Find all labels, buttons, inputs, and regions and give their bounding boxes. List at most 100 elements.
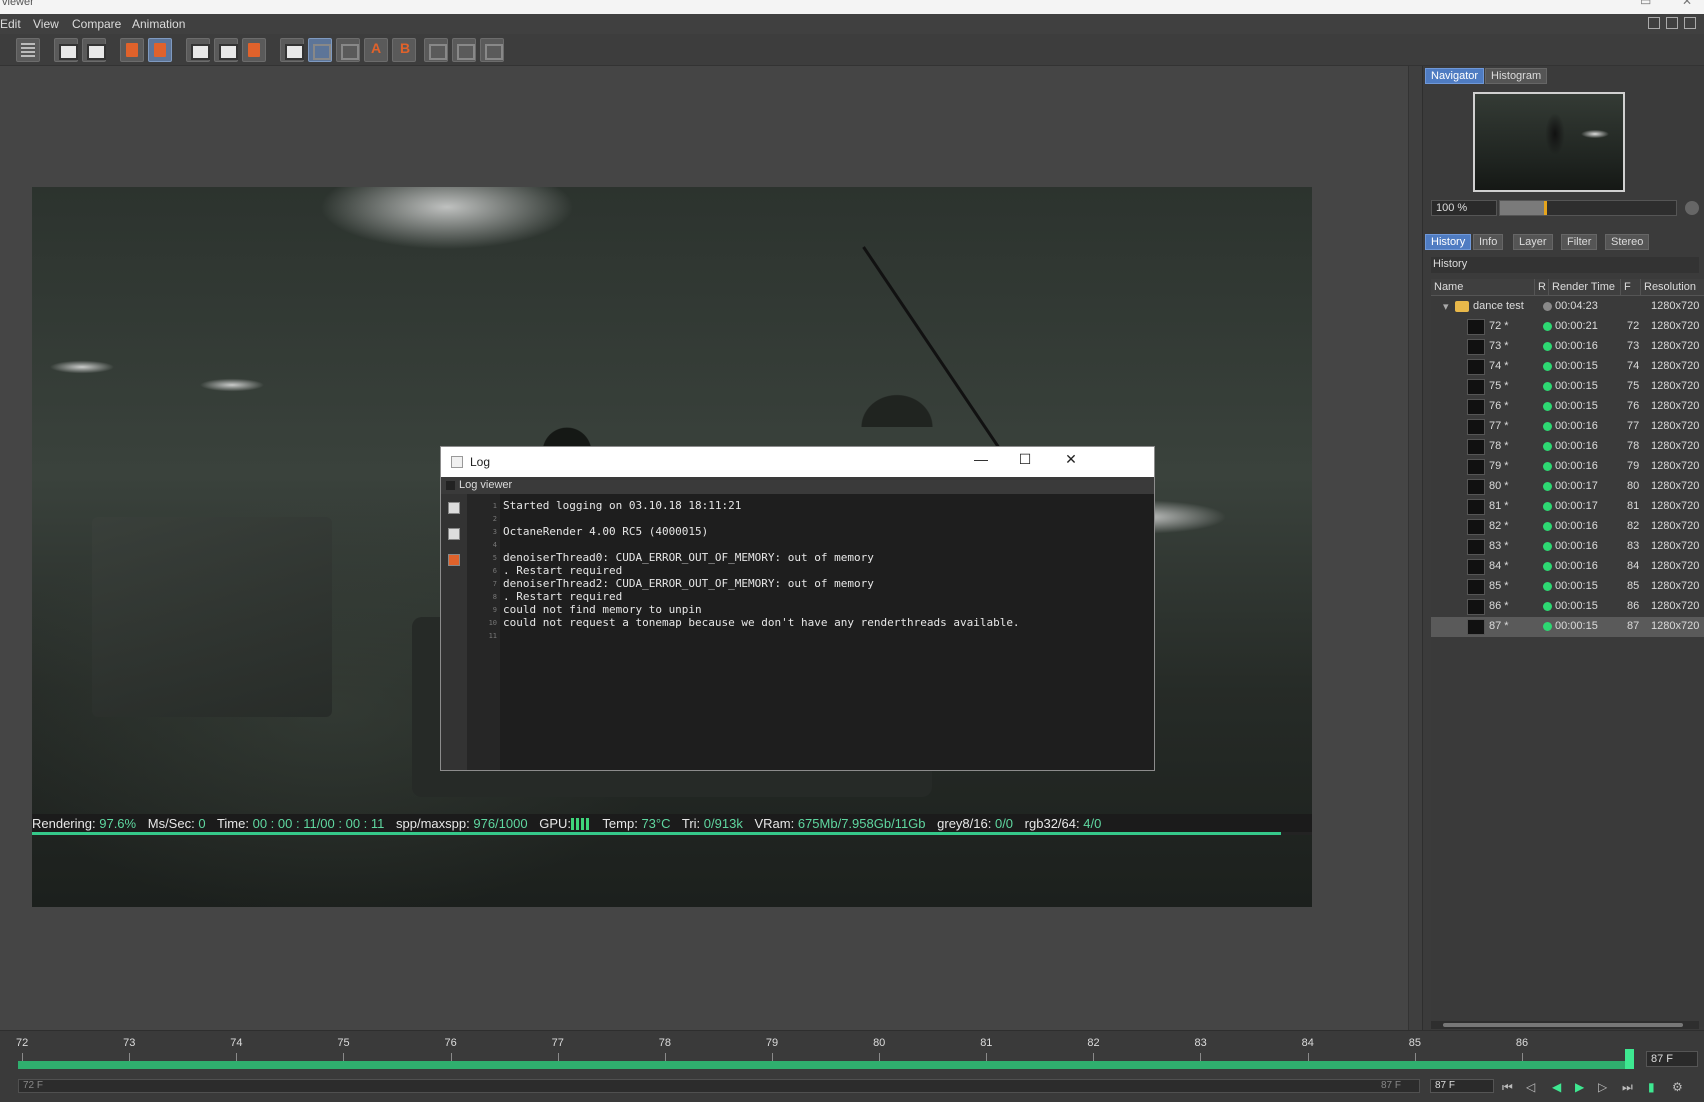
ab-compare-icon[interactable] [280,38,304,62]
frame-thumbnail-icon [1467,379,1485,395]
dock-icon[interactable] [1666,17,1678,29]
log-text-area[interactable]: Started logging on 03.10.18 18:11:21 Octa… [500,494,1154,770]
loop-icon[interactable]: ▮ [1648,1080,1655,1094]
history-row[interactable]: 79 * 00:00:16 79 1280x720 [1431,457,1704,477]
pick-icon[interactable] [82,38,106,62]
line-number: 8 [492,593,497,601]
history-row[interactable]: 84 * 00:00:16 84 1280x720 [1431,557,1704,577]
save-log-icon[interactable] [448,502,460,514]
navigator-options-icon[interactable] [1685,201,1699,215]
log-title-bar[interactable]: Log — ☐ ✕ [441,447,1154,477]
history-row[interactable]: 83 * 00:00:16 83 1280x720 [1431,537,1704,557]
frame-range-scrollbar[interactable]: 72 F 87 F [18,1079,1420,1093]
panel-splitter[interactable] [1408,66,1422,1030]
copy-log-icon[interactable] [448,528,460,540]
ab-split-icon[interactable] [336,38,360,62]
save-render-icon[interactable] [242,38,266,62]
history-row[interactable]: 81 * 00:00:17 81 1280x720 [1431,497,1704,517]
range-end-label: 87 F [1380,1080,1401,1091]
frame-thumbnail-icon [1467,559,1485,575]
layout-1-icon[interactable] [424,38,448,62]
status-dot-icon [1543,582,1552,591]
menu-animation[interactable]: Animation [132,17,185,31]
tab-navigator[interactable]: Navigator [1425,68,1485,84]
timeline-ruler[interactable]: 72 73 74 75 76 77 78 79 80 81 82 83 84 85 86 [14,1037,1634,1063]
history-row[interactable]: 73 * 00:00:16 73 1280x720 [1431,337,1704,357]
snapshot-icon[interactable] [186,38,210,62]
tab-history[interactable]: History [1425,234,1472,250]
maximize-button[interactable]: ☐ [1003,451,1047,473]
move-icon[interactable] [1684,17,1696,29]
zoom-slider[interactable] [1499,200,1677,216]
column-resolution[interactable]: Resolution [1641,279,1704,296]
minimize-button[interactable]: — [959,451,1003,473]
column-frame[interactable]: F [1621,279,1641,296]
timeline-tick-label: 74 [230,1037,243,1049]
zoom-slider-handle[interactable] [1544,201,1547,215]
layout-2-icon[interactable] [452,38,476,62]
region-icon[interactable] [120,38,144,62]
history-row[interactable]: 78 * 00:00:16 78 1280x720 [1431,437,1704,457]
end-frame-field[interactable]: 87 F [1430,1079,1494,1093]
history-row[interactable]: 72 * 00:00:21 72 1280x720 [1431,317,1704,337]
play-backward-icon[interactable]: ◀ [1552,1080,1561,1094]
minimize-window-icon[interactable]: ▭ [1640,0,1651,8]
history-scrollbar[interactable] [1431,1021,1699,1029]
swap-icon[interactable] [308,38,332,62]
grid-icon[interactable] [16,38,40,62]
history-scrollbar-thumb[interactable] [1443,1023,1683,1027]
playhead-handle[interactable] [1625,1049,1634,1069]
tab-info[interactable]: Info [1473,234,1504,250]
step-back-icon[interactable]: ◁ [1526,1080,1535,1094]
line-number: 2 [492,515,497,523]
menu-compare[interactable]: Compare [72,17,121,31]
menu-view[interactable]: View [33,17,59,31]
history-row[interactable]: 76 * 00:00:15 76 1280x720 [1431,397,1704,417]
history-group-row[interactable]: ▾ dance test 00:04:23 1280x720 [1431,297,1704,317]
tab-histogram[interactable]: Histogram [1485,68,1548,84]
play-forward-icon[interactable]: ▶ [1575,1080,1584,1094]
history-row[interactable]: 85 * 00:00:15 85 1280x720 [1431,577,1704,597]
go-to-end-icon[interactable]: ⏭ [1622,1080,1633,1095]
panel-layout-icon[interactable] [1648,17,1660,29]
step-forward-icon[interactable]: ▷ [1598,1080,1607,1094]
history-row[interactable]: 82 * 00:00:16 82 1280x720 [1431,517,1704,537]
close-window-icon[interactable]: ✕ [1682,0,1692,8]
column-name[interactable]: Name [1431,279,1535,296]
tab-stereo[interactable]: Stereo [1605,234,1650,250]
history-row[interactable]: 75 * 00:00:15 75 1280x720 [1431,377,1704,397]
row-render-time: 00:00:15 [1555,400,1598,412]
log-line: OctaneRender 4.00 RC5 (4000015) [503,525,709,538]
row-resolution: 1280x720 [1651,360,1700,372]
history-row[interactable]: 74 * 00:00:15 74 1280x720 [1431,357,1704,377]
history-row[interactable]: 86 * 00:00:15 86 1280x720 [1431,597,1704,617]
column-render-time[interactable]: Render Time [1549,279,1621,296]
collapse-icon[interactable]: ▾ [1443,300,1449,313]
zoom-field[interactable]: 100 % [1431,200,1497,216]
row-resolution: 1280x720 [1651,560,1700,572]
clear-log-icon[interactable] [448,554,460,566]
menu-edit[interactable]: Edit [0,17,21,31]
current-frame-field[interactable]: 87 F [1646,1051,1698,1067]
set-a-icon[interactable] [364,38,388,62]
timeline-tick-label: 72 [16,1037,29,1049]
history-row[interactable]: 87 * 00:00:15 87 1280x720 [1431,617,1704,637]
layout-3-icon[interactable] [480,38,504,62]
status-dot-icon [1543,462,1552,471]
snapshot-compare-icon[interactable] [214,38,238,62]
column-r[interactable]: R [1535,279,1549,296]
settings-icon[interactable]: ⚙ [1672,1080,1683,1094]
row-resolution: 1280x720 [1651,500,1700,512]
set-b-icon[interactable] [392,38,416,62]
close-button[interactable]: ✕ [1049,451,1093,473]
tab-layer[interactable]: Layer [1513,234,1553,250]
row-resolution: 1280x720 [1651,600,1700,612]
region-active-icon[interactable] [148,38,172,62]
navigator-thumbnail[interactable] [1473,92,1625,192]
go-to-start-icon[interactable]: ⏮ [1502,1080,1513,1095]
log-viewer-checkbox[interactable] [446,481,455,490]
history-row[interactable]: 77 * 00:00:16 77 1280x720 [1431,417,1704,437]
tab-filter[interactable]: Filter [1561,234,1598,250]
fit-view-icon[interactable] [54,38,78,62]
history-row[interactable]: 80 * 00:00:17 80 1280x720 [1431,477,1704,497]
